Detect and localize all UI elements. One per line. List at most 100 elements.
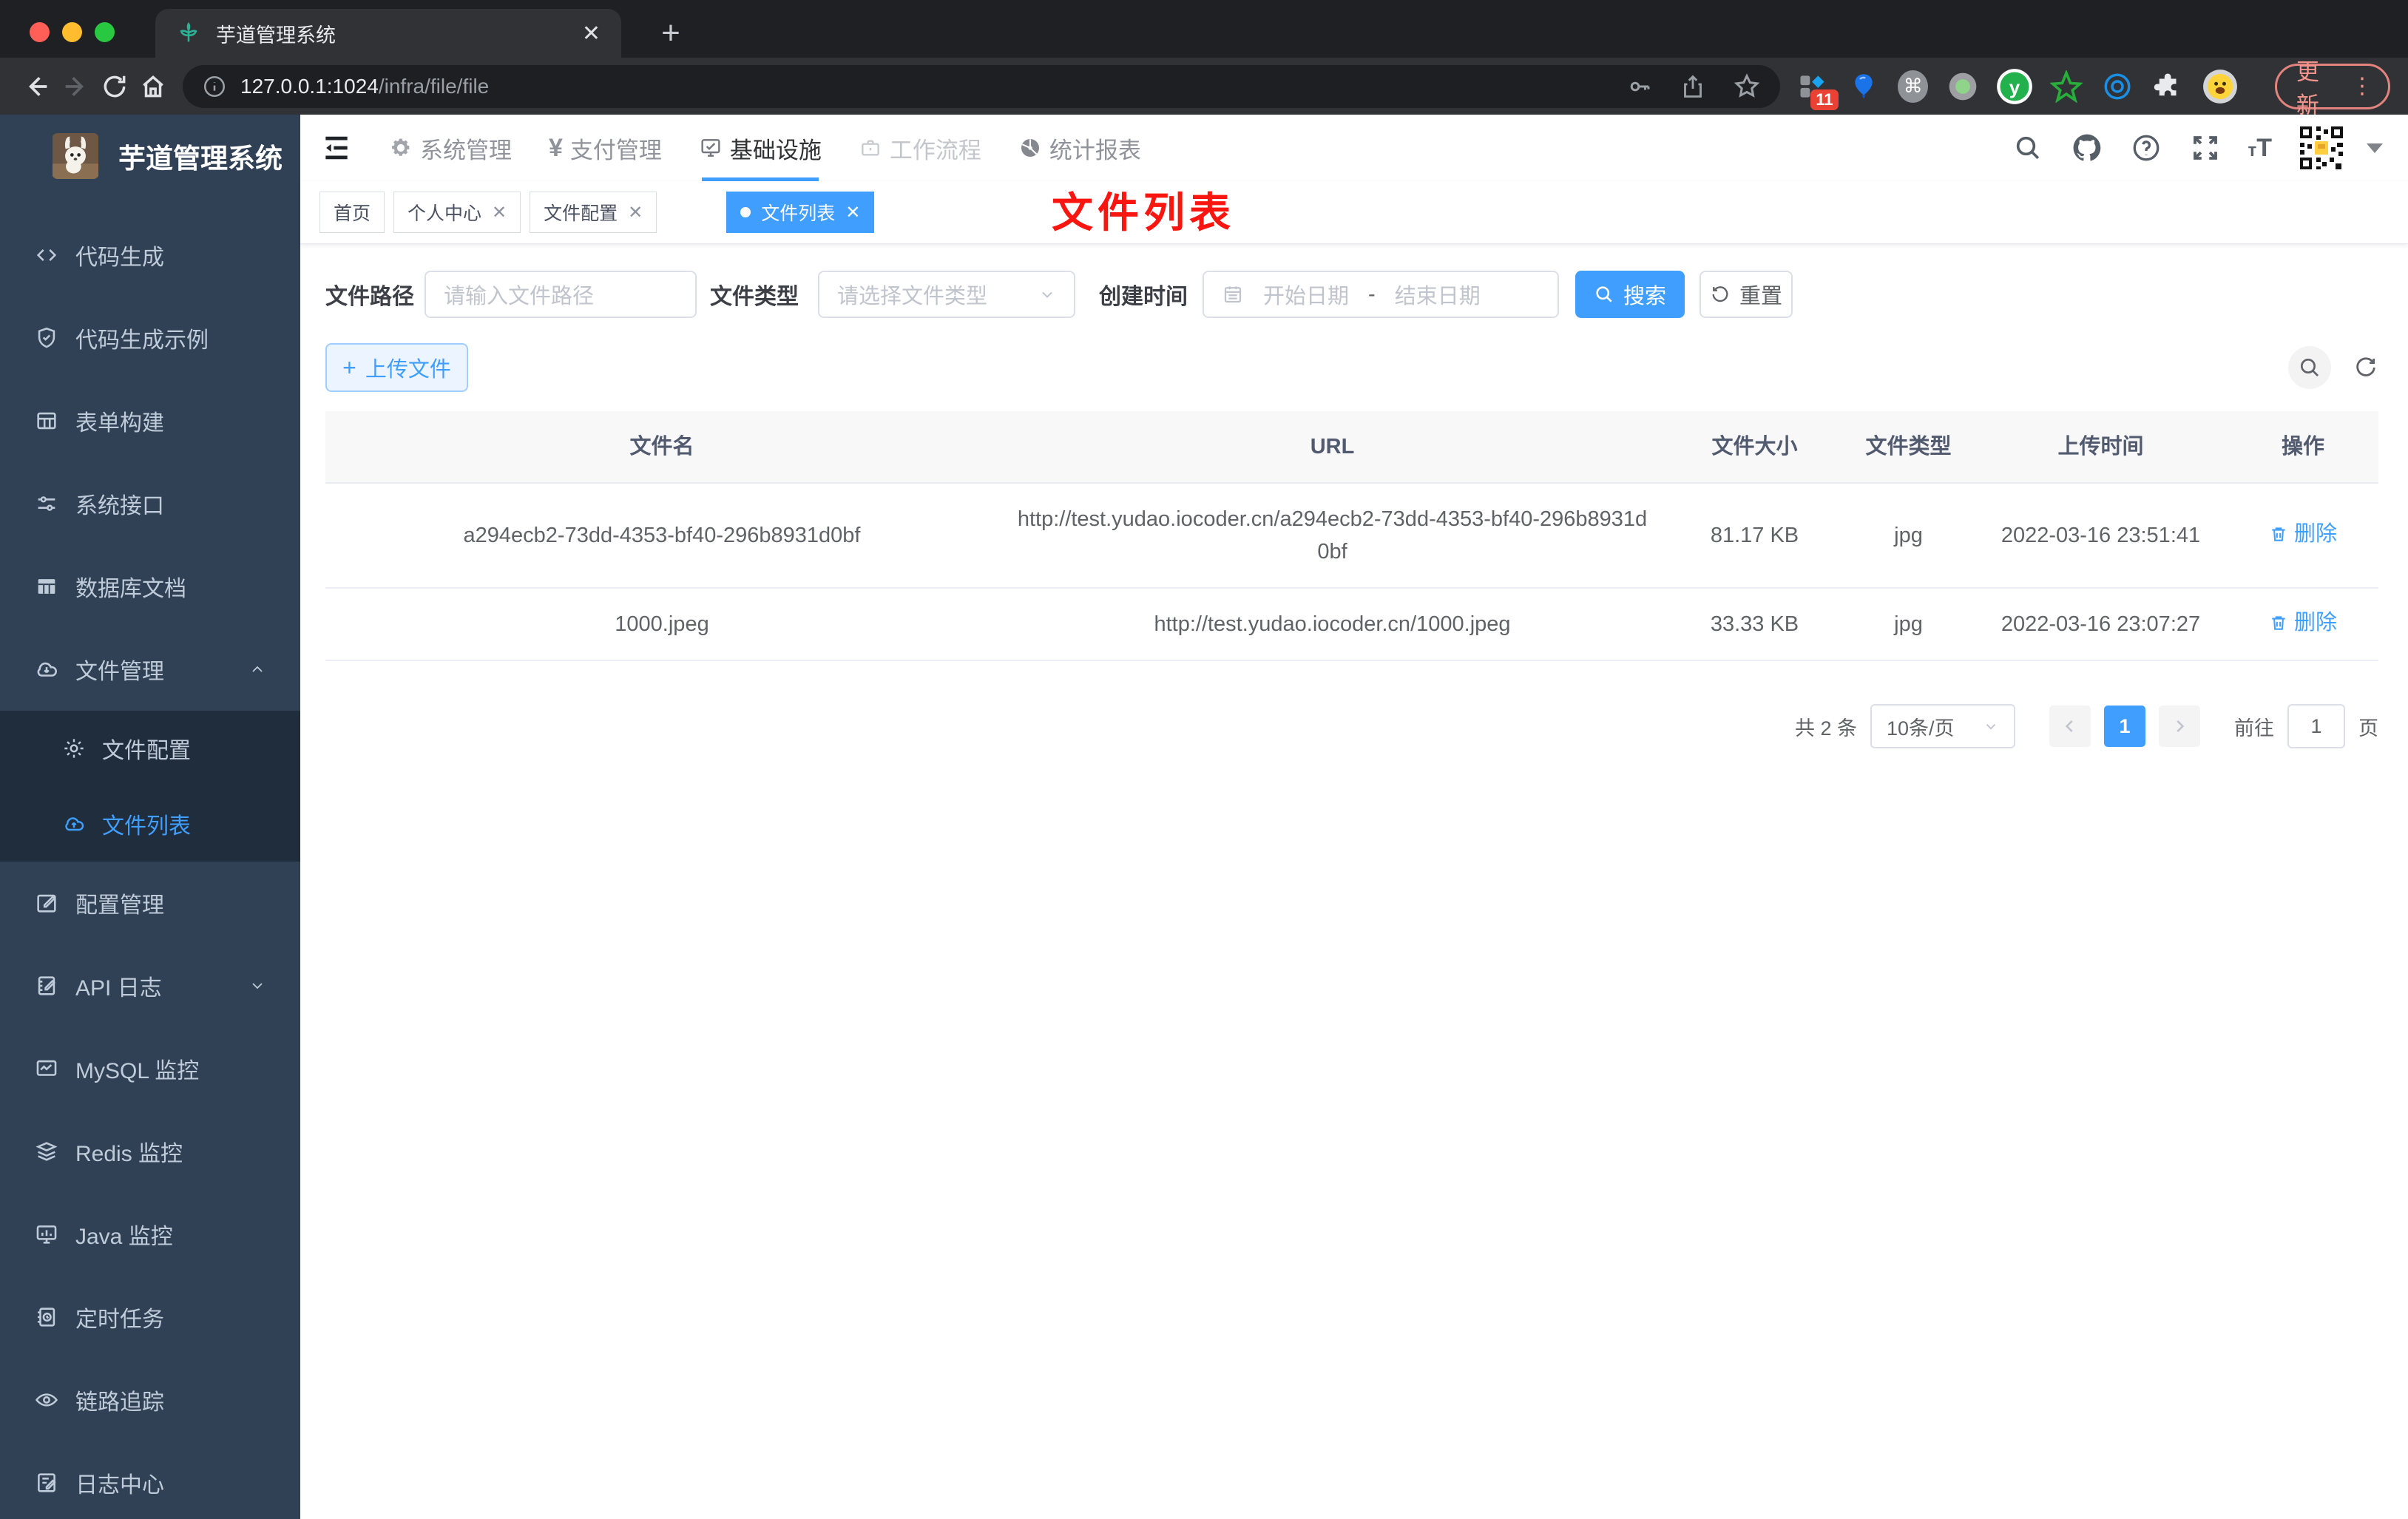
site-info-icon[interactable]: [202, 74, 227, 99]
user-avatar[interactable]: [2297, 124, 2346, 172]
page-size-select[interactable]: 10条/页: [1870, 704, 2015, 748]
delete-button[interactable]: 删除: [2269, 518, 2337, 550]
reload-button[interactable]: [95, 64, 134, 109]
cloud-upload-icon: [65, 817, 84, 831]
sidebar-item-scheduled-jobs[interactable]: 定时任务: [0, 1276, 300, 1359]
col-type: 文件类型: [1865, 435, 1952, 459]
cell-size: 33.33 KB: [1710, 612, 1799, 636]
nav-infrastructure[interactable]: 基础设施: [699, 115, 822, 181]
refresh-table-icon[interactable]: [2353, 355, 2378, 380]
sidebar-item-file-list[interactable]: 文件列表: [0, 786, 300, 862]
sidebar-item-file-manage[interactable]: 文件管理: [0, 628, 300, 711]
recorder-extension-icon[interactable]: [1946, 69, 1979, 104]
command-extension-icon[interactable]: ⌘: [1898, 70, 1929, 103]
browser-tab[interactable]: 芋道管理系统 ✕: [155, 9, 621, 58]
nav-pay-manage[interactable]: ¥ 支付管理: [549, 115, 662, 181]
browser-menu-icon[interactable]: ⋮: [2351, 75, 2373, 98]
bookmark-star-icon[interactable]: [1733, 72, 1761, 101]
avatar-caret-icon[interactable]: [2367, 143, 2383, 153]
sidebar-item-code-demo[interactable]: 代码生成示例: [0, 297, 300, 379]
sidebar-item-config-manage[interactable]: 配置管理: [0, 862, 300, 944]
col-url: URL: [1310, 435, 1355, 459]
create-time-label: 创建时间: [1099, 285, 1188, 309]
password-key-icon[interactable]: [1626, 73, 1653, 100]
help-icon[interactable]: [2129, 131, 2163, 165]
forward-button[interactable]: [56, 64, 95, 109]
y-extension-icon[interactable]: y: [1997, 68, 2032, 104]
upload-file-button[interactable]: + 上传文件: [325, 343, 468, 392]
col-uploaded: 上传时间: [2057, 435, 2144, 459]
sidebar-item-system-api[interactable]: 系统接口: [0, 462, 300, 545]
sidebar: 芋道管理系统 代码生成 代码生成示例 表单构建 系统接口 数据库文档 文件管理: [0, 115, 300, 1519]
table-filled-icon: [38, 579, 55, 594]
sidebar-item-code-gen[interactable]: 代码生成: [0, 214, 300, 297]
calendar-icon: [1224, 286, 1242, 303]
github-icon[interactable]: [2070, 131, 2104, 165]
sidebar-item-mysql-monitor[interactable]: MySQL 监控: [0, 1027, 300, 1110]
file-path-input[interactable]: 请输入文件路径: [425, 271, 697, 318]
svg-text:y: y: [2009, 75, 2020, 98]
sidebar-item-java-monitor[interactable]: Java 监控: [0, 1193, 300, 1276]
date-range-picker[interactable]: 开始日期 - 结束日期: [1203, 271, 1559, 318]
top-nav: 系统管理 ¥ 支付管理 基础设施 工作流程 统计报表: [389, 115, 1141, 181]
nav-workflow[interactable]: 工作流程: [859, 115, 981, 181]
fullscreen-icon[interactable]: [2188, 131, 2222, 165]
window-controls[interactable]: [30, 22, 115, 42]
goto-page-input[interactable]: [2287, 704, 2345, 748]
home-button[interactable]: [134, 64, 172, 109]
address-bar[interactable]: 127.0.0.1:1024/infra/file/file: [183, 64, 1780, 108]
delete-button[interactable]: 删除: [2269, 606, 2337, 639]
nav-system-manage[interactable]: 系统管理: [389, 115, 512, 181]
sidebar-item-log-center[interactable]: 日志中心: [0, 1441, 300, 1519]
sidebar-item-api-log[interactable]: API 日志: [0, 944, 300, 1027]
sidebar-item-tracing[interactable]: 链路追踪: [0, 1359, 300, 1441]
minimize-window-button[interactable]: [62, 22, 82, 42]
total-count: 共 2 条: [1794, 717, 1857, 740]
maximize-window-button[interactable]: [95, 22, 115, 42]
sidebar-item-form-builder[interactable]: 表单构建: [0, 379, 300, 462]
refresh-icon: [1712, 286, 1728, 302]
toggle-search-icon[interactable]: [2288, 346, 2331, 389]
tag-close-icon[interactable]: ✕: [845, 202, 860, 223]
search-icon: [1596, 286, 1612, 302]
monitor-check-icon: [701, 139, 720, 157]
tag-close-icon[interactable]: ✕: [492, 202, 507, 223]
monitor-bars-icon: [36, 1225, 57, 1244]
tag-profile[interactable]: 个人中心 ✕: [393, 192, 521, 233]
nav-reports[interactable]: 统计报表: [1018, 115, 1141, 181]
profile-avatar-icon[interactable]: [2202, 69, 2238, 104]
search-button[interactable]: 搜索: [1575, 271, 1685, 318]
tab-title: 芋道管理系统: [216, 24, 336, 47]
balloon-extension-icon[interactable]: [1847, 69, 1881, 104]
sidepanel-extension-icon[interactable]: 11: [1796, 69, 1839, 110]
eye-extension-icon[interactable]: [2101, 69, 2134, 104]
file-type-select[interactable]: 请选择文件类型: [818, 271, 1075, 318]
extensions-puzzle-icon[interactable]: [2151, 69, 2185, 104]
collapse-sidebar-icon[interactable]: [311, 122, 362, 174]
next-page-button[interactable]: [2159, 706, 2200, 747]
share-icon[interactable]: [1680, 73, 1706, 100]
layers-icon: [35, 1142, 58, 1161]
sidebar-item-file-config[interactable]: 文件配置: [0, 711, 300, 786]
font-size-icon[interactable]: тT: [2248, 134, 2272, 163]
tag-file-list[interactable]: 文件列表 ✕: [726, 192, 875, 233]
search-icon[interactable]: [2011, 131, 2045, 165]
tab-close-icon[interactable]: ✕: [582, 21, 601, 47]
tag-file-config[interactable]: 文件配置 ✕: [530, 192, 657, 233]
form-grid-icon: [37, 412, 56, 430]
page-number-button[interactable]: 1: [2104, 706, 2145, 747]
browser-update-button[interactable]: 更新 ⋮: [2274, 59, 2391, 118]
new-tab-button[interactable]: +: [651, 13, 691, 53]
reset-button[interactable]: 重置: [1700, 271, 1793, 318]
tag-home[interactable]: 首页: [319, 192, 385, 233]
star-extension-icon[interactable]: [2050, 69, 2083, 104]
sidebar-item-db-doc[interactable]: 数据库文档: [0, 545, 300, 628]
close-window-button[interactable]: [30, 22, 50, 42]
tag-close-icon[interactable]: ✕: [628, 202, 643, 223]
date-separator: -: [1368, 282, 1376, 306]
file-table: 文件名 URL 文件大小 文件类型 上传时间 操作 a294ecb2-73dd-…: [325, 411, 2378, 661]
back-button[interactable]: [18, 64, 56, 109]
prev-page-button[interactable]: [2049, 706, 2091, 747]
sidebar-item-redis-monitor[interactable]: Redis 监控: [0, 1110, 300, 1193]
gear-icon: [392, 138, 410, 156]
